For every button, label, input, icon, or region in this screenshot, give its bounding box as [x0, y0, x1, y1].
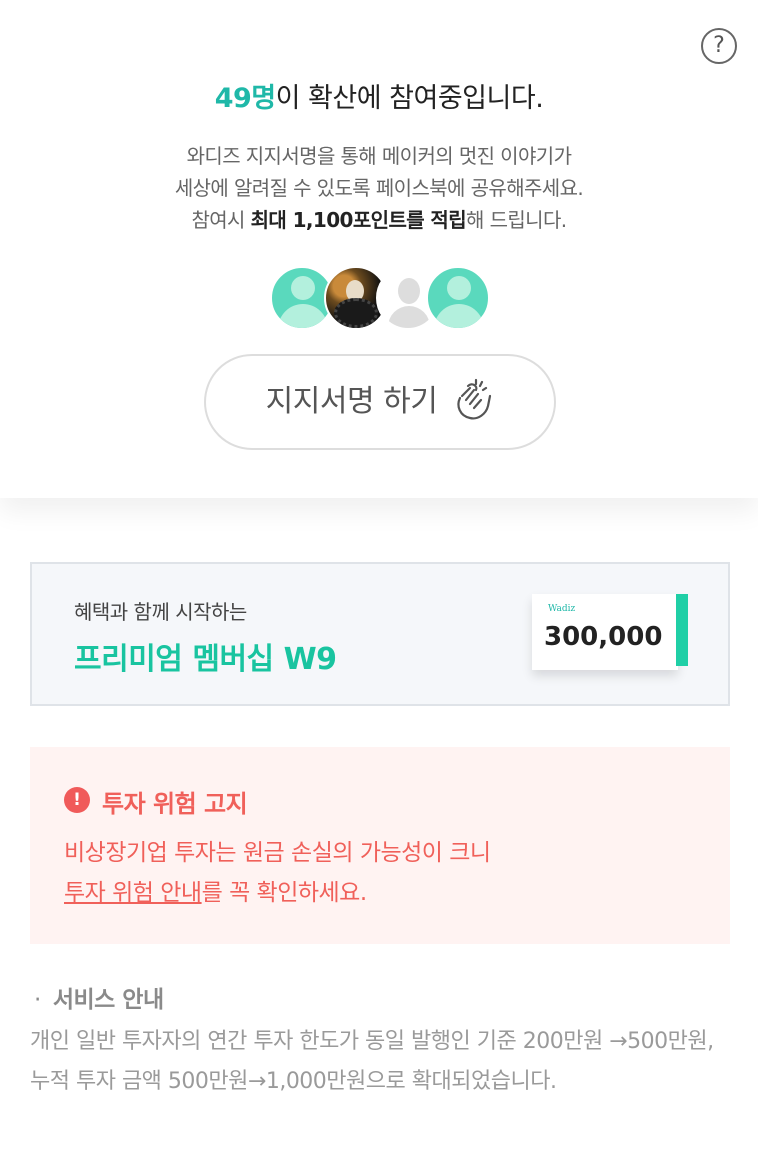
help-icon[interactable]: ?: [701, 28, 737, 64]
membership-banner[interactable]: 혜택과 함께 시작하는 프리미엄 멤버십 W9 Wadiz 300,000: [30, 562, 730, 706]
description-suffix: 해 드립니다.: [466, 208, 567, 232]
supporter-avatars: [270, 266, 494, 330]
share-description: 와디즈 지지서명을 통해 메이커의 멋진 이야기가 세상에 알려질 수 있도록 …: [0, 140, 758, 236]
exclamation-circle-icon: !: [64, 787, 90, 813]
description-line: 와디즈 지지서명을 통해 메이커의 멋진 이야기가: [186, 144, 572, 168]
service-body: 개인 일반 투자자의 연간 투자 한도가 동일 발행인 기준 200만원 →50…: [30, 1029, 714, 1094]
voucher-brand: Wadiz: [548, 604, 576, 614]
sign-button-label: 지지서명 하기: [265, 384, 438, 419]
share-section: ? 49명이 확산에 참여중입니다. 와디즈 지지서명을 통해 메이커의 멋진 …: [0, 0, 758, 498]
participant-count: 49명: [214, 83, 276, 114]
voucher-amount: 300,000: [544, 622, 663, 652]
headline-text: 이 확산에 참여중입니다.: [275, 83, 544, 114]
sign-support-button[interactable]: 지지서명 하기: [204, 354, 556, 450]
clapping-hands-icon: [457, 378, 492, 419]
voucher-card: Wadiz 300,000: [532, 594, 678, 670]
risk-title: 투자 위험 고지: [102, 790, 248, 818]
risk-guide-link[interactable]: 투자 위험 안내: [64, 880, 202, 906]
description-line: 참여시 최대 1,100포인트를 적립해 드립니다.: [0, 204, 758, 236]
risk-text: 비상장기업 투자는 원금 손실의 가능성이 크니: [64, 840, 491, 866]
avatar: [426, 266, 490, 330]
membership-subtitle: 혜택과 함께 시작하는: [74, 600, 247, 624]
service-title-text: 서비스 안내: [52, 987, 164, 1013]
participant-headline: 49명이 확산에 참여중입니다.: [0, 76, 758, 115]
description-line: 세상에 알려질 수 있도록 페이스북에 공유해주세요.: [174, 176, 584, 200]
service-title: · 서비스 안내: [34, 980, 164, 1014]
risk-text-suffix: 를 꼭 확인하세요.: [201, 880, 368, 906]
description-prefix: 참여시: [191, 208, 251, 232]
risk-text: 투자 위험 안내를 꼭 확인하세요.: [64, 873, 367, 907]
voucher-stripe: [676, 594, 688, 666]
bullet: ·: [34, 987, 41, 1013]
point-reward-text: 최대 1,100포인트를 적립: [250, 208, 467, 232]
risk-notice: ! 투자 위험 고지 비상장기업 투자는 원금 손실의 가능성이 크니 투자 위…: [30, 747, 730, 944]
membership-title: 프리미엄 멤버십 W9: [74, 642, 337, 677]
